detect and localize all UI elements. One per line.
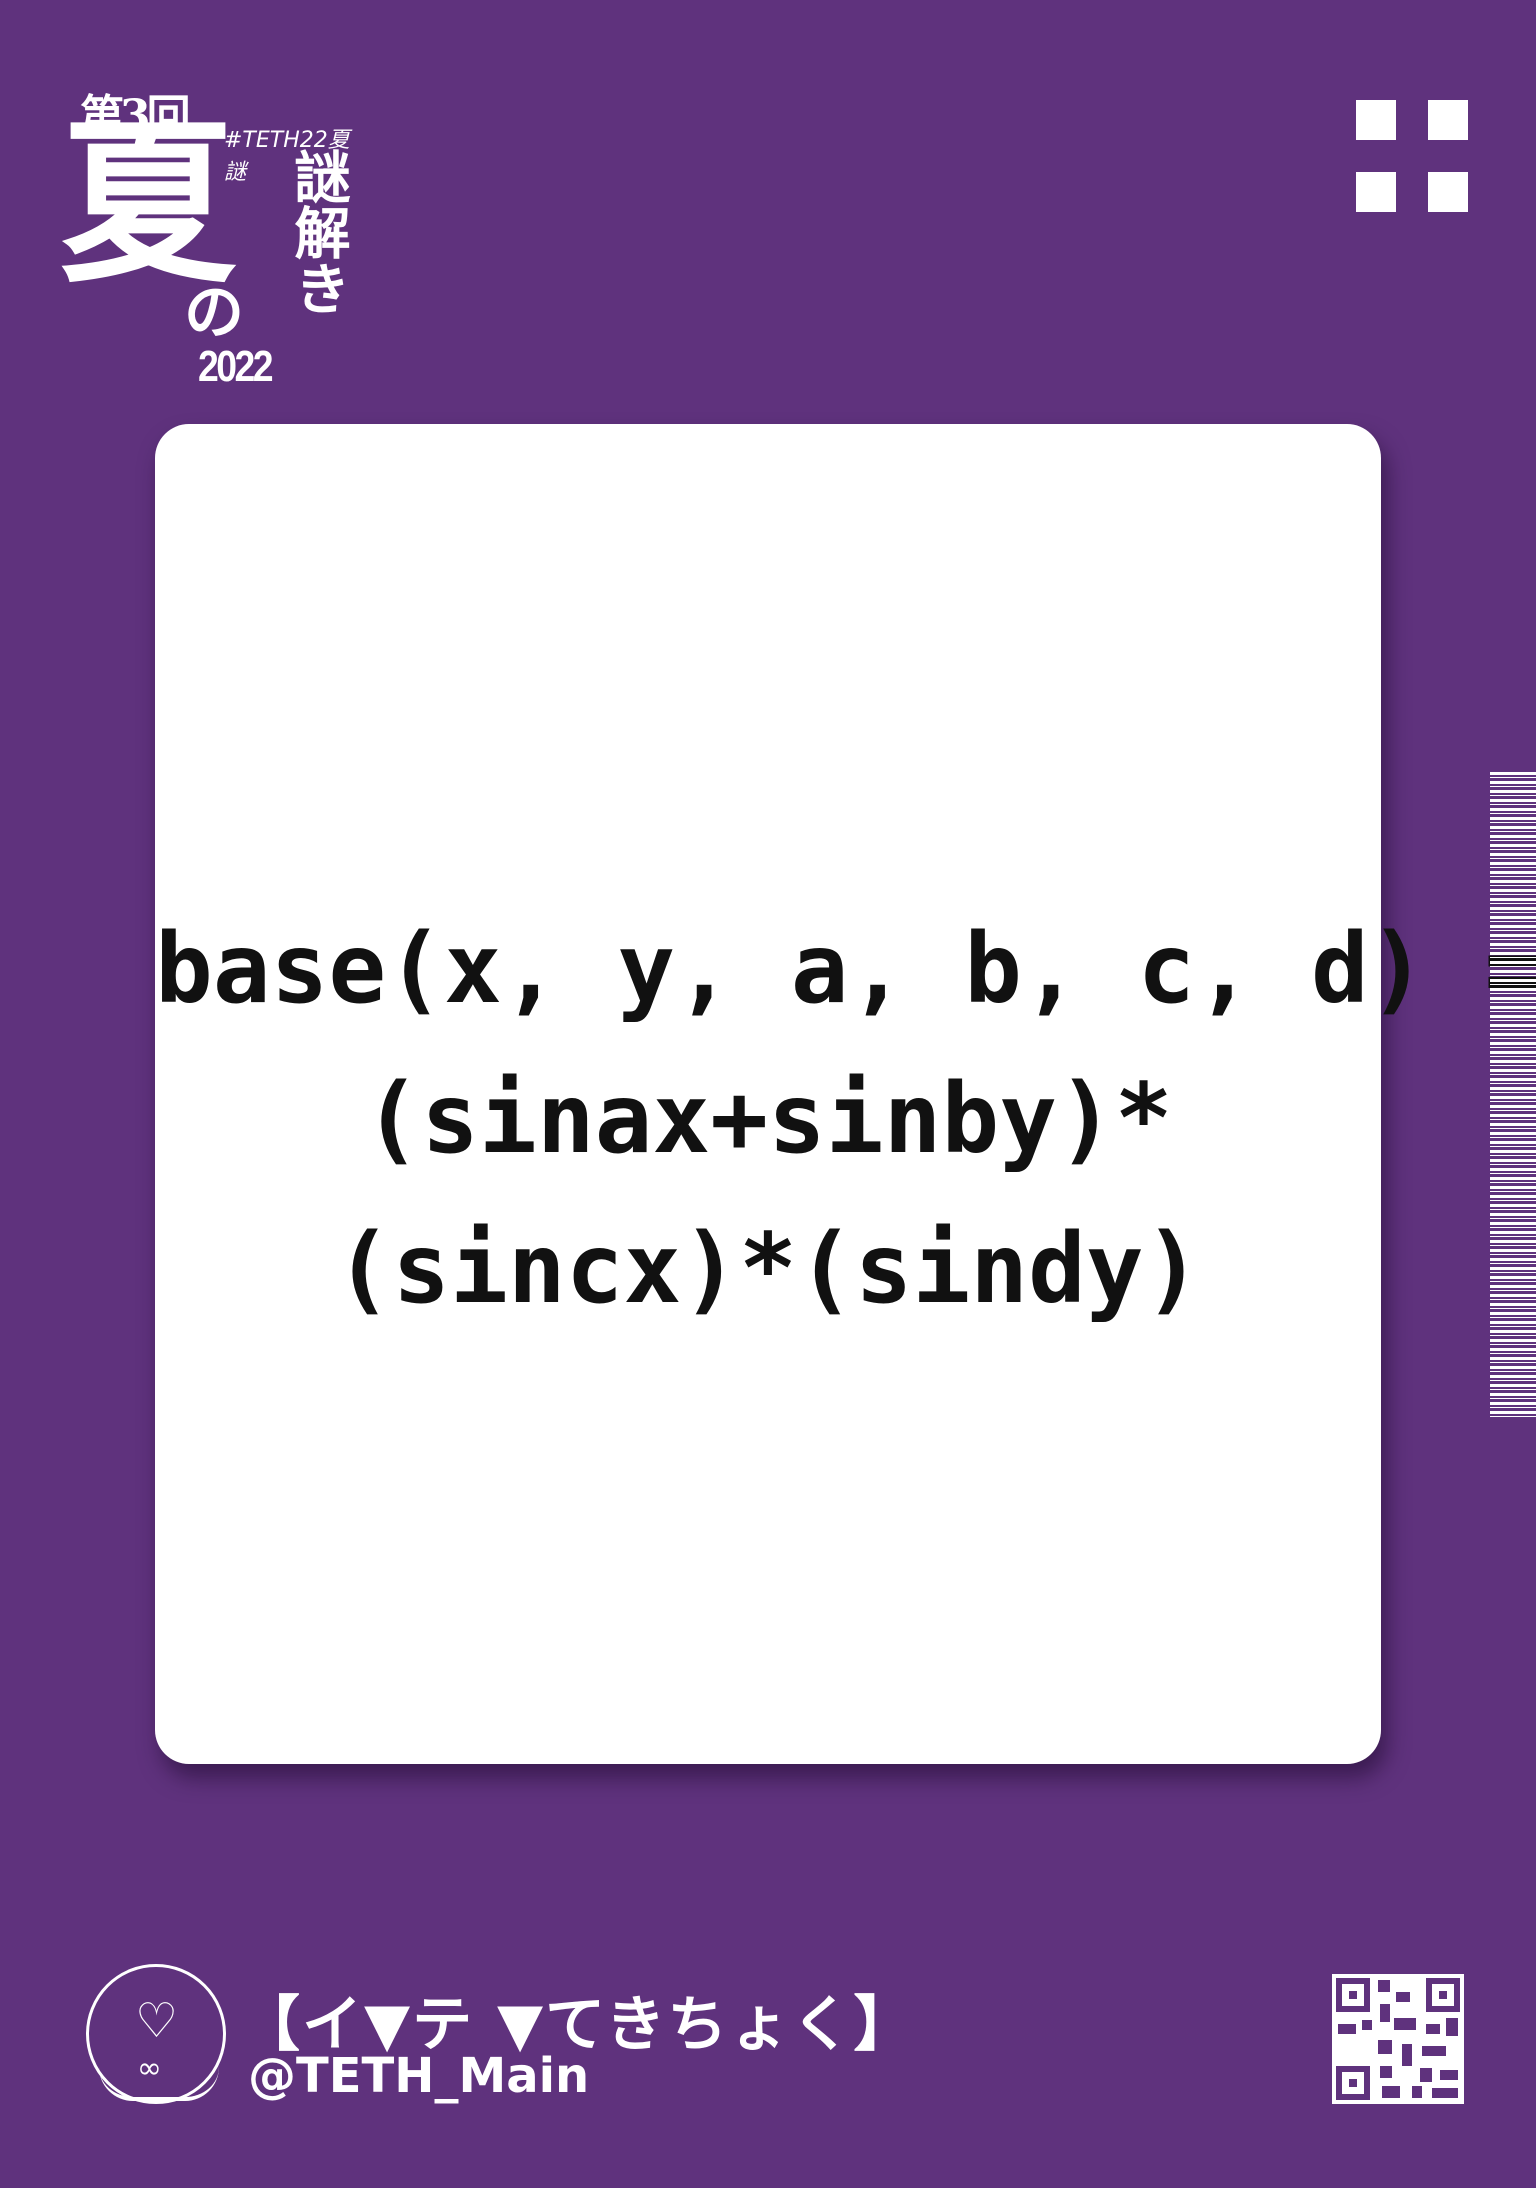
puzzle-card: base(x, y, a, b, c, d) = (sinax+sinby)* … [155, 424, 1536, 1764]
formula-line: (sincx)*(sindy) [334, 1213, 1202, 1325]
grid-square [1428, 100, 1468, 140]
grid-square [1356, 100, 1396, 140]
logo-year: 2022 [198, 342, 274, 391]
heart-icon: ♡ [135, 1993, 179, 2049]
grid-icon [1356, 100, 1468, 214]
event-logo: 第3回 夏 の 2022 #TETH22夏謎 謎解き [60, 80, 360, 391]
barcode-strip [1490, 772, 1536, 1420]
arc-decoration [99, 2067, 219, 2101]
formula: base(x, y, a, b, c, d) = (sinax+sinby)* … [155, 894, 1536, 1344]
qr-code-icon[interactable] [1332, 1974, 1464, 2104]
logo-title-vertical: 謎解き [285, 148, 351, 316]
grid-square [1428, 172, 1468, 212]
account-handle[interactable]: @TETH_Main [248, 2048, 589, 2104]
grid-square [1356, 172, 1396, 212]
logo-title-no: の [184, 278, 244, 348]
team-logo-icon: ♡ ∞ [86, 1964, 226, 2104]
formula-line: base(x, y, a, b, c, d) = [155, 913, 1536, 1025]
formula-line: (sinax+sinby)* [363, 1063, 1173, 1175]
